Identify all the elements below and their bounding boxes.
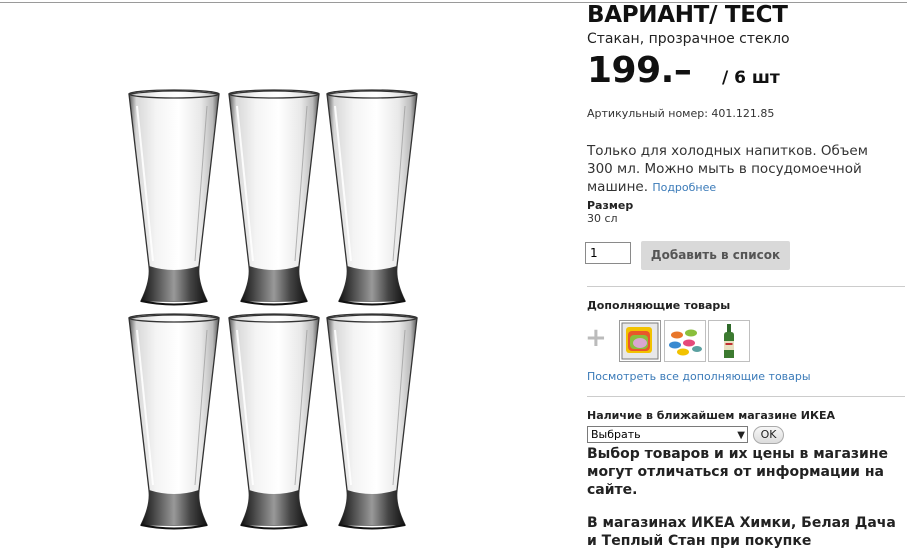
product-price: 199.– (587, 50, 692, 91)
quantity-input[interactable] (585, 242, 631, 264)
store-select[interactable]: Выбрать ▼ (587, 426, 748, 443)
product-info-panel: ВАРИАНТ/ ТЕСТ Стакан, прозрачное стекло … (585, 0, 907, 552)
coasters-thumbnail-icon (669, 329, 702, 356)
description-text: Только для холодных напитков. Объем 300 … (587, 143, 868, 195)
more-info-link[interactable]: Подробнее (652, 181, 716, 194)
price-unit: / 6 шт (722, 68, 780, 88)
product-image[interactable] (118, 80, 428, 535)
product-description: Только для холодных напитков. Объем 300 … (587, 142, 897, 197)
ok-button[interactable]: OK (753, 426, 784, 444)
size-label: Размер (587, 199, 634, 212)
size-value: 30 cл (587, 212, 618, 225)
divider (587, 286, 905, 287)
article-number: Артикульный номер: 401.121.85 (587, 107, 775, 120)
store-availability-title: Наличие в ближайшем магазине ИКЕА (587, 409, 836, 422)
related-thumb-dishes[interactable] (619, 320, 661, 362)
product-type: Стакан, прозрачное стекло (587, 31, 790, 47)
related-thumb-coasters[interactable] (664, 320, 706, 362)
colorful-dishes-thumbnail-icon (621, 322, 659, 360)
bottle-thumbnail-icon (724, 324, 734, 358)
store-notice: Выбор товаров и их цены в магазине могут… (587, 446, 889, 498)
chevron-down-icon: ▼ (737, 430, 745, 441)
related-thumb-bottle[interactable] (708, 320, 750, 362)
store-select-value: Выбрать (591, 428, 641, 441)
store-promo-notice: В магазинах ИКЕА Химки, Белая Дача и Теп… (587, 515, 896, 549)
add-to-list-button[interactable]: Добавить в список (641, 241, 790, 270)
related-products-title: Дополняющие товары (587, 299, 731, 312)
see-all-related-link[interactable]: Посмотреть все дополняющие товары (587, 370, 811, 383)
divider (587, 396, 905, 397)
product-name: ВАРИАНТ/ ТЕСТ (587, 2, 788, 28)
plus-icon: + (585, 323, 607, 353)
